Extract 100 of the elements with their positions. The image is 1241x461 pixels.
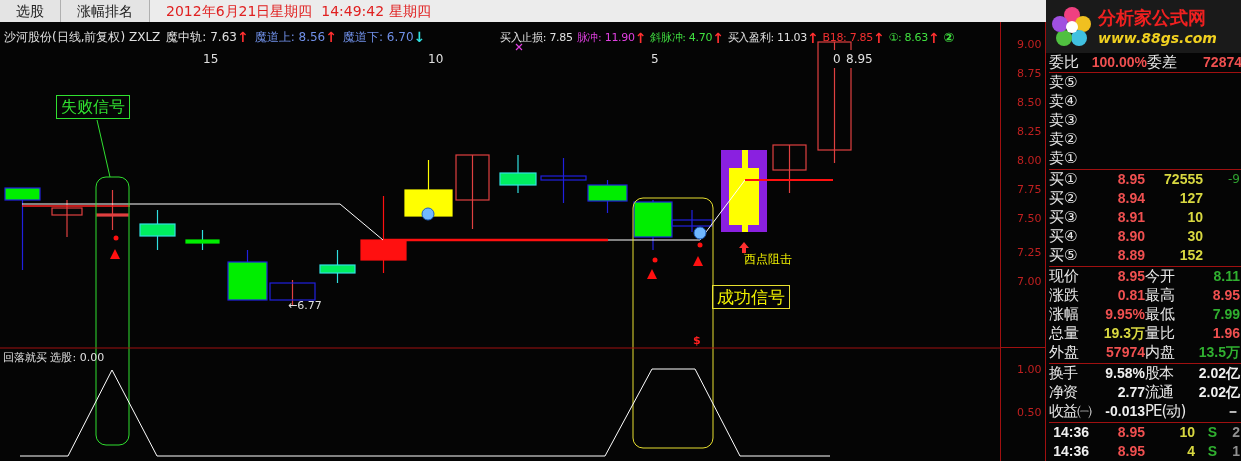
- signal-label: 失败信号: [56, 95, 130, 119]
- field-label: 流通: [1145, 383, 1174, 402]
- field-value: 2.77: [1116, 383, 1145, 402]
- ask-label: 卖③: [1049, 111, 1078, 130]
- field-value: 100.00%: [1090, 53, 1147, 72]
- indicator-value: 脉冲: 11.90: [576, 29, 635, 46]
- trend-arrow: ↑: [873, 30, 885, 45]
- bid-volume: 152: [1178, 246, 1203, 265]
- trend-arrow: ↑: [712, 30, 724, 45]
- logo-url: www.88gs.com: [1098, 28, 1217, 47]
- bid-label: 买②: [1049, 189, 1079, 208]
- trend-arrow: ↑: [807, 30, 819, 45]
- candlestick: [319, 249, 356, 284]
- cross-mark-icon: [515, 43, 523, 51]
- trade-time: 14:36: [1052, 423, 1089, 442]
- candlestick: [185, 229, 220, 251]
- trade-volume: 10: [1178, 423, 1195, 442]
- axis-label: 8.50: [1017, 95, 1042, 111]
- field-value: －: [1225, 402, 1240, 421]
- field-label: 净资: [1049, 383, 1078, 402]
- bid-volume: 10: [1186, 208, 1203, 227]
- axis-label: 8.00: [1017, 153, 1042, 169]
- tab[interactable]: 涨幅排名: [61, 0, 150, 22]
- indicator-value: ①: 8.63: [888, 29, 928, 46]
- ask-label: 卖④: [1049, 92, 1078, 111]
- trade-time: 14:36: [1052, 442, 1089, 461]
- indicator-value: 买入止损: 7.85: [500, 29, 573, 46]
- candlestick: [587, 179, 628, 214]
- field-label: 股本: [1145, 364, 1174, 383]
- price-label: ←6.77: [288, 298, 322, 314]
- trend-arrow: ↑: [927, 30, 940, 45]
- bid-price: 8.95: [1116, 170, 1145, 189]
- price-label: 8.95: [846, 50, 873, 68]
- trade-side: S: [1206, 423, 1217, 442]
- up-arrow-icon: [739, 242, 749, 253]
- field-label: 委比: [1049, 53, 1080, 72]
- signal-dot-icon: [652, 257, 658, 263]
- field-value: 7.99: [1211, 305, 1240, 324]
- field-label: 收益㈠: [1049, 402, 1093, 421]
- axis-label: 1.00: [1017, 362, 1042, 378]
- field-value: 13.5万: [1197, 343, 1240, 362]
- field-value: 19.3万: [1102, 324, 1145, 343]
- signal-label: 成功信号: [712, 285, 790, 309]
- indicator-value: 魔中轨: 7.63: [166, 29, 237, 46]
- bid-price: 8.91: [1116, 208, 1145, 227]
- field-value: 8.95: [1116, 267, 1145, 286]
- flower-logo-icon: [1050, 4, 1094, 49]
- field-label: 外盘: [1049, 343, 1080, 362]
- candlestick: [139, 209, 176, 251]
- field-value: 0.81: [1116, 286, 1145, 305]
- candlestick: [96, 189, 129, 231]
- field-value: -0.013: [1104, 402, 1145, 421]
- axis-label: 8.75: [1017, 66, 1042, 82]
- field-value: 57974: [1105, 343, 1145, 362]
- field-value: 9.58%: [1104, 364, 1145, 383]
- field-label: 涨跌: [1049, 286, 1080, 305]
- indicator-value: 魔道上: 8.56: [254, 29, 326, 46]
- trend-arrow: ↑: [325, 30, 337, 44]
- candlestick: [51, 199, 83, 238]
- field-label: 内盘: [1145, 343, 1176, 362]
- bid-label: 买③: [1049, 208, 1079, 227]
- ball-icon: [421, 207, 435, 221]
- axis-label: 7.50: [1017, 211, 1042, 227]
- triangle-icon: [693, 256, 703, 266]
- axis-label: 0: [833, 50, 841, 68]
- signal-dot-icon: [697, 242, 703, 248]
- indicator-value: ②: [943, 29, 955, 47]
- candlestick: [540, 157, 587, 204]
- triangle-icon: [110, 249, 120, 259]
- bid-change: -9: [1227, 171, 1240, 188]
- field-label: 现价: [1049, 267, 1080, 286]
- axis-label: 0.50: [1017, 405, 1042, 421]
- axis-label: 8.25: [1017, 124, 1042, 140]
- candlestick: [772, 144, 807, 194]
- field-value: 2.02亿: [1197, 383, 1240, 402]
- candlestick: [499, 154, 537, 194]
- ask-label: 卖②: [1049, 130, 1078, 149]
- field-value: 2.02亿: [1197, 364, 1240, 383]
- indicator-value: 买入盈利: 11.03: [727, 29, 807, 46]
- field-label: 今开: [1145, 267, 1176, 286]
- bid-price: 8.94: [1116, 189, 1145, 208]
- indicator-title: 回落就买 选股: 0.00: [3, 350, 105, 366]
- field-label: 量比: [1145, 324, 1176, 343]
- logo-title: 分析家公式网: [1098, 6, 1207, 29]
- date-time: 2012年6月21日星期四 14:49:42 星期四: [165, 2, 432, 21]
- field-value: 72874: [1202, 53, 1241, 72]
- indicator-value: 斜脉冲: 4.70: [650, 29, 713, 46]
- sell-mark: $: [693, 333, 701, 349]
- field-value: 8.11: [1212, 267, 1240, 286]
- bid-volume: 30: [1186, 227, 1203, 246]
- axis-label: 7.75: [1017, 182, 1042, 198]
- field-value: 1.96: [1211, 324, 1240, 343]
- tab[interactable]: 选股: [0, 0, 61, 22]
- indicator-value: 魔道下: 6.70: [343, 29, 414, 46]
- ask-label: 卖⑤: [1049, 73, 1078, 92]
- trade-side: S: [1206, 442, 1217, 461]
- field-label: PE(动): [1145, 402, 1187, 421]
- leader-line: [96, 119, 111, 178]
- field-value: 9.95%: [1104, 305, 1145, 324]
- field-value: 8.95: [1211, 286, 1240, 305]
